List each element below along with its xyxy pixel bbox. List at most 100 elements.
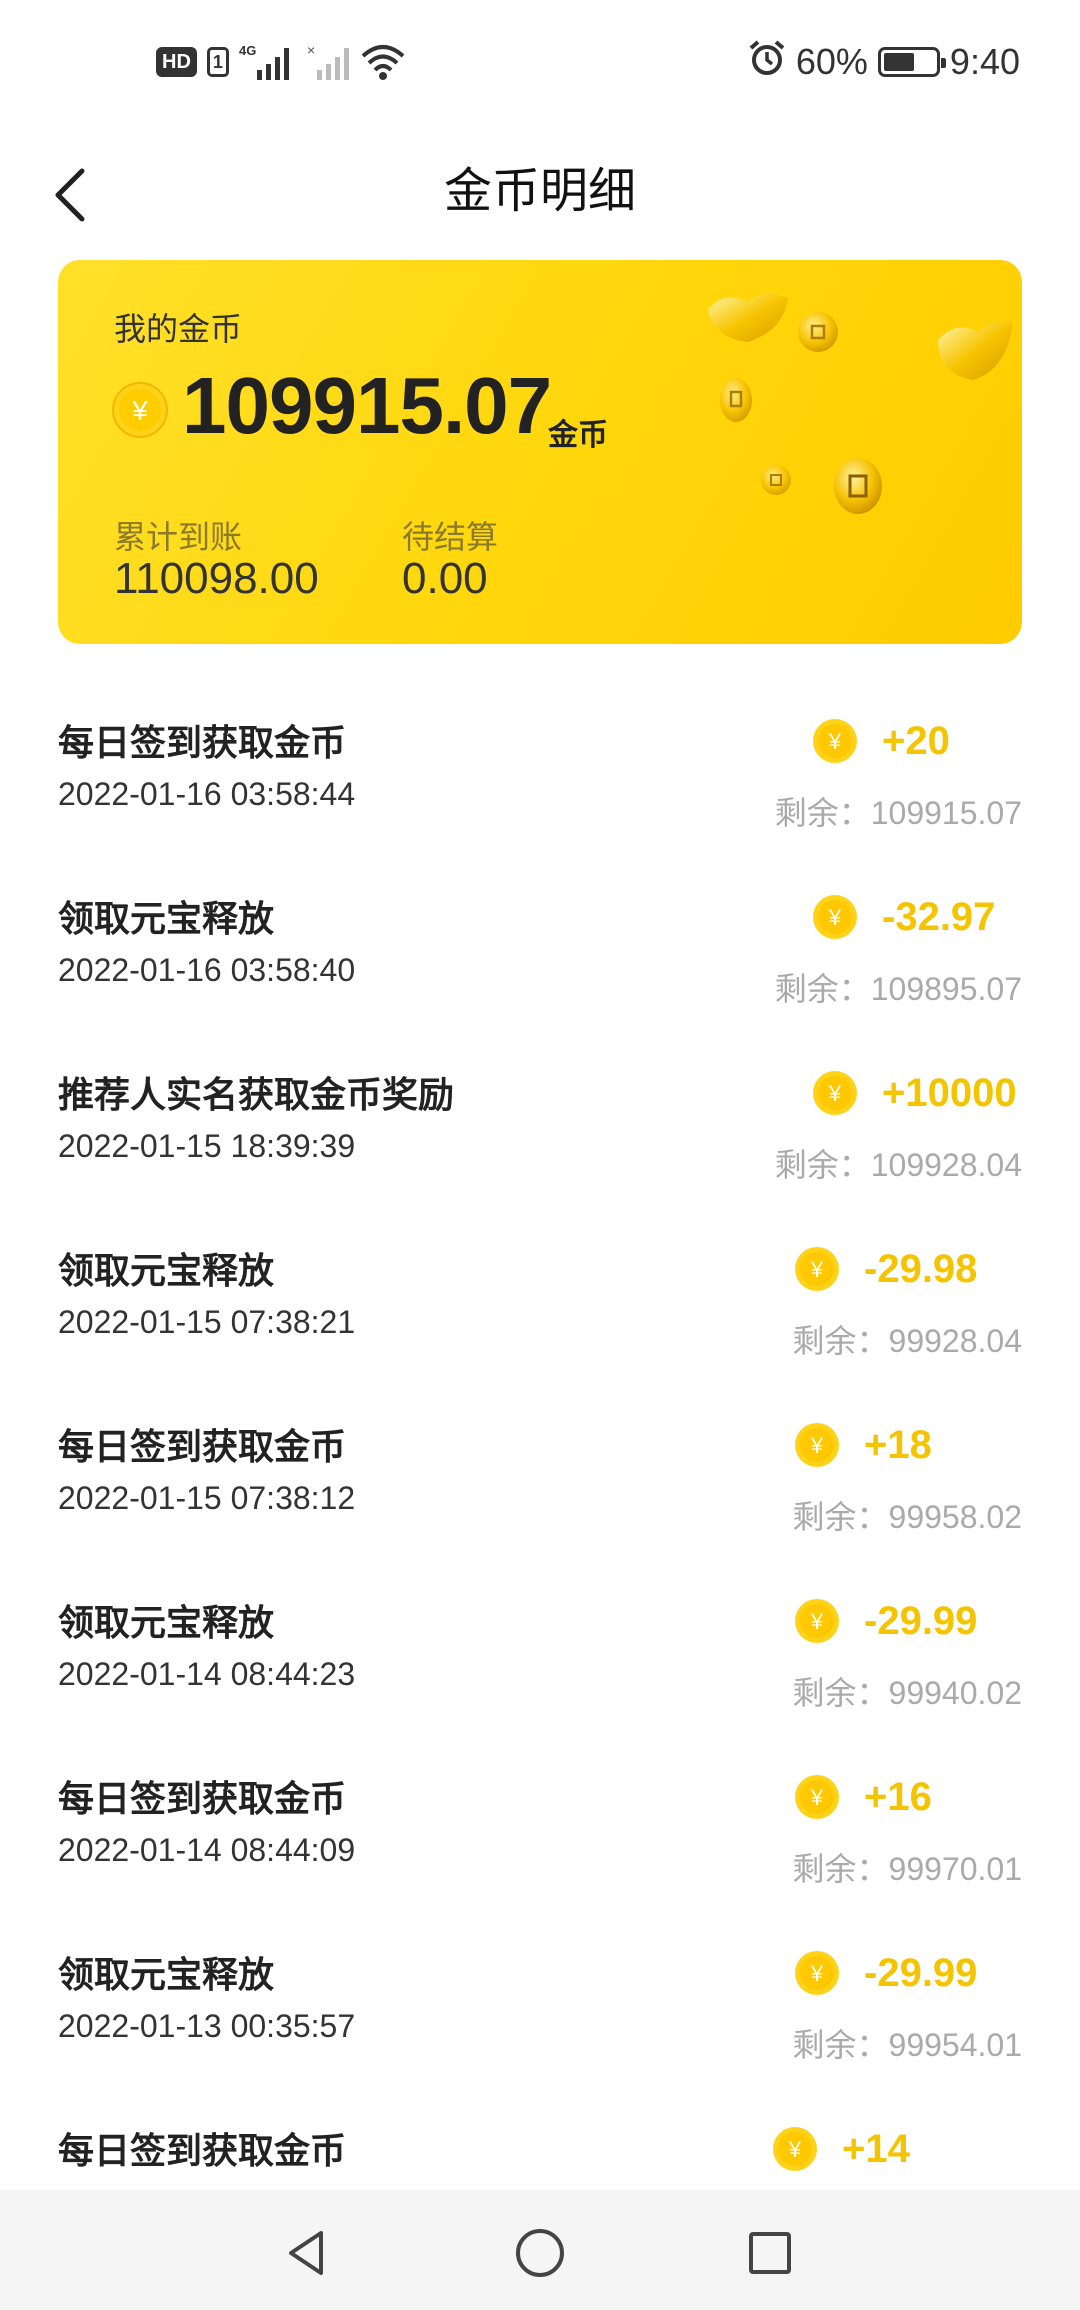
record-right: ¥ -29.99 剩余：99940.02 bbox=[602, 1578, 1022, 1738]
triangle-back-icon bbox=[289, 2231, 323, 2275]
record-title: 领取元宝释放 bbox=[58, 899, 275, 940]
record-row: 领取元宝释放 2022-01-15 07:38:21 ¥ -29.98 剩余：99928… bbox=[0, 1214, 1080, 1390]
record-amount: -29.99 bbox=[864, 1598, 978, 1643]
yuan-coin-icon: ¥ bbox=[773, 2127, 817, 2171]
record-balance: 剩余：99954.01 bbox=[792, 2027, 1022, 2063]
coin-unit: 金币 bbox=[548, 418, 608, 453]
svg-text:¥: ¥ bbox=[828, 1081, 842, 1106]
battery-fill bbox=[883, 53, 914, 71]
status-right: 60% 9:40 bbox=[748, 36, 1020, 88]
record-balance: 剩余：109915.07 bbox=[774, 795, 1022, 831]
record-amount: -29.98 bbox=[864, 1246, 978, 1291]
signal-nosim-icon: × bbox=[307, 42, 351, 82]
my-coins-label: 我的金币 bbox=[114, 310, 243, 348]
svg-text:¥: ¥ bbox=[810, 1609, 824, 1634]
yuan-coin-icon: ¥ bbox=[112, 382, 168, 438]
svg-text:¥: ¥ bbox=[810, 1433, 824, 1458]
record-amount-row: ¥ +16 bbox=[794, 1762, 1004, 1832]
record-balance: 剩余：99940.02 bbox=[792, 1675, 1022, 1711]
record-right: ¥ -29.98 剩余：99928.04 bbox=[602, 1226, 1022, 1386]
coin-balance-amount: 109915.07 bbox=[182, 361, 552, 450]
record-time: 2022-01-13 00:35:57 bbox=[58, 2008, 356, 2044]
record-amount: +10000 bbox=[882, 1070, 1017, 1115]
nav-home-button[interactable] bbox=[505, 2218, 575, 2288]
record-time: 2022-01-15 07:38:21 bbox=[58, 1304, 356, 1340]
nav-header: 金币明细 bbox=[0, 126, 1080, 276]
record-amount-row: ¥ +20 bbox=[812, 706, 1022, 776]
svg-text:×: × bbox=[307, 42, 315, 58]
record-balance: 剩余：99970.01 bbox=[792, 1851, 1022, 1887]
record-row: 每日签到获取金币 2022-01-15 07:38:12 ¥ +18 剩余：99958.… bbox=[0, 1390, 1080, 1566]
hd-badge: HD bbox=[156, 47, 197, 77]
battery-icon bbox=[877, 47, 946, 77]
net-type-label: 4G bbox=[239, 43, 256, 58]
yuan-coin-icon: ¥ bbox=[813, 1071, 857, 1115]
record-balance: 剩余：109928.04 bbox=[774, 1147, 1022, 1183]
status-bar: HD 1 4G × 60% 9:40 bbox=[0, 0, 1080, 126]
status-left: HD 1 4G × bbox=[156, 38, 405, 86]
circle-home-icon bbox=[516, 2229, 564, 2277]
record-amount: +14 bbox=[842, 2126, 910, 2171]
record-row: 领取元宝释放 2022-01-13 00:35:57 ¥ -29.99 剩余：99954… bbox=[0, 1918, 1080, 2094]
record-title: 领取元宝释放 bbox=[58, 1251, 275, 1292]
signal-4g-icon: 4G bbox=[239, 42, 297, 82]
record-amount-row: ¥ -32.97 bbox=[812, 882, 1022, 952]
record-time: 2022-01-14 08:44:23 bbox=[58, 1656, 356, 1692]
wifi-icon bbox=[361, 42, 405, 82]
record-balance: 剩余：99958.02 bbox=[792, 1499, 1022, 1535]
record-right: ¥ +18 剩余：99958.02 bbox=[602, 1402, 1022, 1562]
nav-recent-button[interactable] bbox=[735, 2218, 805, 2288]
record-title: 推荐人实名获取金币奖励 bbox=[58, 1075, 455, 1116]
record-row: 每日签到获取金币 2022-01-16 03:58:44 ¥ +20 剩余：109915… bbox=[0, 686, 1080, 862]
pending-settlement-value: 0.00 bbox=[402, 554, 488, 603]
yuan-coin-icon: ¥ bbox=[795, 1951, 839, 1995]
record-time: 2022-01-15 07:38:12 bbox=[58, 1480, 356, 1516]
record-balance: 剩余：99928.04 bbox=[792, 1323, 1022, 1359]
record-time: 2022-01-14 08:44:09 bbox=[58, 1832, 356, 1868]
record-row: 领取元宝释放 2022-01-14 08:44:23 ¥ -29.99 剩余：99940… bbox=[0, 1566, 1080, 1742]
record-right: ¥ -29.99 剩余：99954.01 bbox=[602, 1930, 1022, 2090]
record-row: 领取元宝释放 2022-01-16 03:58:40 ¥ -32.97 剩余：10989… bbox=[0, 862, 1080, 1038]
record-time: 2022-01-16 03:58:40 bbox=[58, 952, 356, 988]
record-title: 领取元宝释放 bbox=[58, 1955, 275, 1996]
record-amount-row: ¥ -29.98 bbox=[794, 1234, 1004, 1304]
coin-detail-screen: HD 1 4G × 60% 9:40 金币明细 我的金币 ¥ 109915.07… bbox=[0, 0, 1080, 2310]
record-title: 每日签到获取金币 bbox=[58, 1427, 347, 1468]
record-amount-row: ¥ +18 bbox=[794, 1410, 1004, 1480]
sim-badge: 1 bbox=[206, 47, 229, 77]
yuan-coin-icon: ¥ bbox=[795, 1247, 839, 1291]
svg-text:¥: ¥ bbox=[810, 1257, 824, 1282]
yuan-coin-icon: ¥ bbox=[795, 1599, 839, 1643]
svg-text:¥: ¥ bbox=[828, 729, 842, 754]
square-recent-icon bbox=[749, 2232, 791, 2274]
record-amount-row: ¥ +10000 bbox=[812, 1058, 1022, 1128]
clock: 9:40 bbox=[949, 41, 1020, 82]
page-title: 金币明细 bbox=[443, 163, 636, 219]
pending-settlement-label: 待结算 bbox=[402, 518, 499, 556]
record-right: ¥ +10000 剩余：109928.04 bbox=[602, 1050, 1022, 1210]
record-right: ¥ +16 剩余：99970.01 bbox=[602, 1754, 1022, 1914]
svg-text:¥: ¥ bbox=[810, 1785, 824, 1810]
record-amount: -29.99 bbox=[864, 1950, 978, 1995]
yuan-coin-icon: ¥ bbox=[795, 1423, 839, 1467]
record-amount: +20 bbox=[882, 718, 950, 763]
record-amount: -32.97 bbox=[882, 894, 996, 939]
total-received-label: 累计到账 bbox=[114, 518, 243, 556]
record-amount-row: ¥ +14 bbox=[772, 2114, 982, 2184]
record-title: 领取元宝释放 bbox=[58, 1603, 275, 1644]
svg-text:¥: ¥ bbox=[788, 2137, 802, 2162]
record-row: 推荐人实名获取金币奖励 2022-01-15 18:39:39 ¥ +10000 剩余：… bbox=[0, 1038, 1080, 1214]
record-title: 每日签到获取金币 bbox=[58, 1779, 347, 1820]
record-amount: +18 bbox=[864, 1422, 932, 1467]
record-title: 每日签到获取金币 bbox=[58, 2131, 347, 2172]
record-right: ¥ +20 剩余：109915.07 bbox=[602, 698, 1022, 858]
record-right: ¥ -32.97 剩余：109895.07 bbox=[602, 874, 1022, 1034]
record-amount-row: ¥ -29.99 bbox=[794, 1586, 1004, 1656]
yuan-coin-icon: ¥ bbox=[813, 719, 857, 763]
system-nav-bar bbox=[0, 2190, 1080, 2310]
gold-ingot-decoration-icon bbox=[708, 293, 1013, 514]
nav-back-button[interactable] bbox=[272, 2218, 342, 2288]
battery-percent: 60% bbox=[795, 41, 868, 82]
total-received-value: 110098.00 bbox=[114, 554, 319, 603]
record-title: 每日签到获取金币 bbox=[58, 723, 347, 764]
